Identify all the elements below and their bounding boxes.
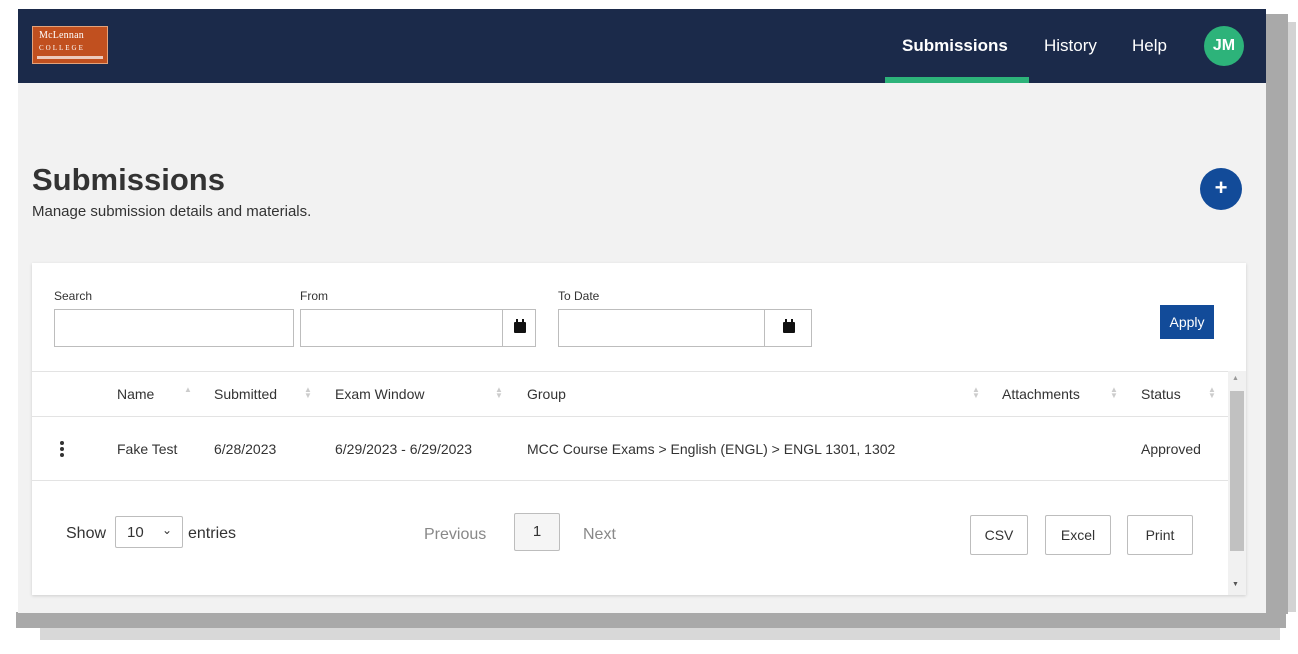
- app-window: McLennan COLLEGE Submissions History Hel…: [18, 9, 1266, 613]
- calendar-icon: [514, 319, 526, 333]
- table-row[interactable]: Fake Test 6/28/2023 6/29/2023 - 6/29/202…: [32, 417, 1228, 481]
- add-submission-button[interactable]: +: [1200, 168, 1242, 210]
- user-avatar[interactable]: JM: [1204, 26, 1244, 66]
- column-header-submitted[interactable]: Submitted: [214, 386, 277, 402]
- sort-icon: ▲ ▼: [304, 385, 312, 400]
- window-shadow-bottom: [16, 612, 1286, 628]
- sort-asc-icon: ▲: [184, 385, 192, 394]
- column-header-status[interactable]: Status: [1141, 386, 1181, 402]
- column-header-name[interactable]: Name: [117, 386, 154, 402]
- search-input[interactable]: [54, 309, 294, 347]
- sort-icon: ▲ ▼: [495, 385, 503, 400]
- scroll-up-arrow-icon[interactable]: ▲: [1232, 375, 1239, 382]
- column-header-group[interactable]: Group: [527, 386, 566, 402]
- excel-export-button[interactable]: Excel: [1045, 515, 1111, 555]
- nav-history[interactable]: History: [1044, 9, 1097, 83]
- entries-label: entries: [188, 525, 237, 542]
- page-1-button[interactable]: 1: [514, 513, 560, 551]
- logo-text-college: COLLEGE: [39, 44, 85, 52]
- previous-page-button[interactable]: Previous: [424, 526, 486, 544]
- window-shadow-bottom-outer: [40, 628, 1280, 640]
- logo-stripe: [37, 56, 103, 59]
- search-label: Search: [54, 289, 93, 303]
- to-calendar-button[interactable]: [764, 309, 812, 347]
- from-calendar-button[interactable]: [502, 309, 536, 347]
- from-label: From: [300, 289, 328, 303]
- from-date-input[interactable]: [300, 309, 503, 347]
- to-date-label: To Date: [558, 289, 600, 303]
- to-date-input[interactable]: [558, 309, 765, 347]
- entries-per-page-select[interactable]: 10 ⌄: [115, 516, 183, 548]
- apply-button[interactable]: Apply: [1160, 305, 1214, 339]
- show-label: Show: [66, 525, 107, 542]
- cell-name[interactable]: Fake Test: [117, 441, 177, 457]
- cell-status: Approved: [1141, 441, 1201, 457]
- sort-icon: ▲ ▼: [1208, 385, 1216, 400]
- next-page-button[interactable]: Next: [583, 526, 616, 544]
- csv-export-button[interactable]: CSV: [970, 515, 1028, 555]
- calendar-icon: [783, 319, 795, 333]
- print-button[interactable]: Print: [1127, 515, 1193, 555]
- column-header-attachments[interactable]: Attachments: [1002, 386, 1080, 402]
- logo-text-name: McLennan: [39, 30, 84, 41]
- page-title: Submissions: [32, 162, 225, 197]
- entries-select-value: 10: [127, 524, 144, 541]
- nav-active-indicator: [885, 77, 1029, 83]
- window-shadow-right-outer: [1288, 22, 1296, 612]
- submissions-card: Search From To Date Apply Name ▲ Submitt…: [32, 263, 1246, 595]
- nav-help[interactable]: Help: [1132, 9, 1167, 83]
- cell-exam-window: 6/29/2023 - 6/29/2023: [335, 441, 473, 457]
- plus-icon: +: [1214, 175, 1228, 200]
- nav-submissions[interactable]: Submissions: [902, 9, 1008, 83]
- top-navbar: McLennan COLLEGE Submissions History Hel…: [18, 9, 1266, 83]
- sort-icon: ▲ ▼: [1110, 385, 1118, 400]
- table-header: Name ▲ Submitted ▲ ▼ Exam Window ▲ ▼ Group…: [32, 371, 1246, 417]
- college-logo[interactable]: McLennan COLLEGE: [32, 26, 108, 64]
- cell-group: MCC Course Exams > English (ENGL) > ENGL…: [527, 441, 896, 457]
- column-header-exam-window[interactable]: Exam Window: [335, 386, 424, 402]
- chevron-down-icon: ⌄: [162, 523, 173, 537]
- cell-submitted: 6/28/2023: [214, 441, 277, 457]
- page-subtitle: Manage submission details and materials.: [32, 203, 312, 220]
- sort-icon: ▲ ▼: [972, 385, 980, 400]
- row-actions-menu-icon[interactable]: [60, 441, 64, 459]
- scrollbar-thumb[interactable]: [1230, 391, 1244, 551]
- scroll-down-arrow-icon[interactable]: ▼: [1232, 581, 1239, 588]
- window-shadow-right: [1266, 14, 1288, 614]
